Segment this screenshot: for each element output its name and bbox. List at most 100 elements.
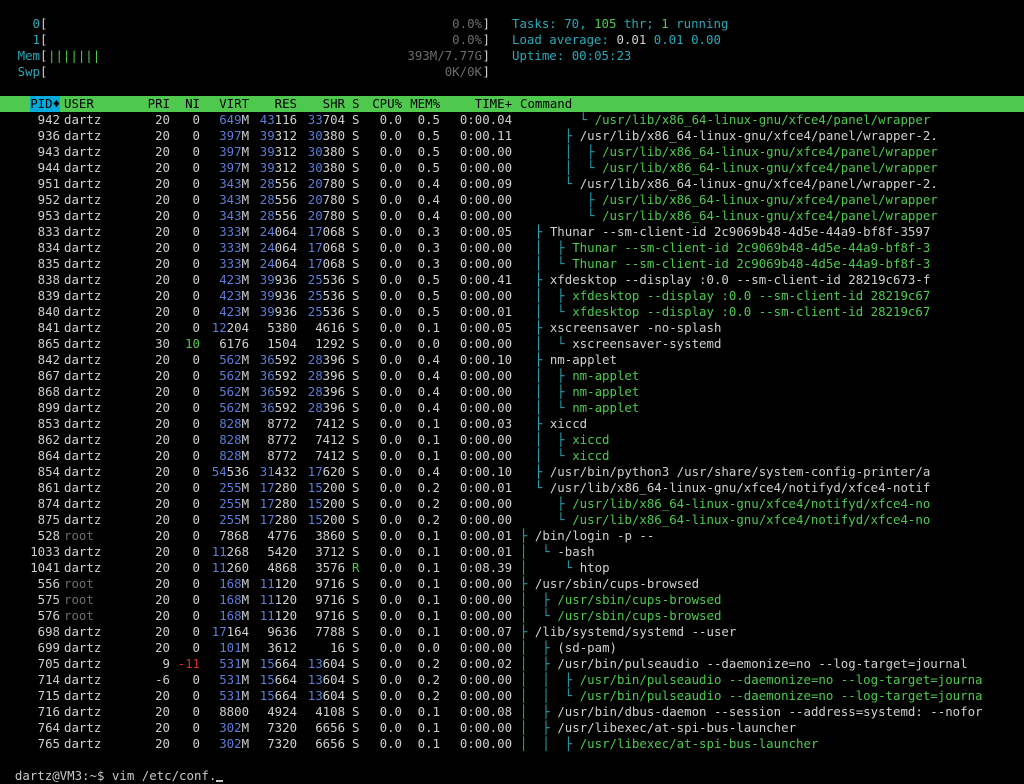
process-row[interactable]: 833 dartz 20 0 333M 24064 17068 S 0.0 0.3 0:00.05 … xyxy=(0,224,1024,240)
column-header-time[interactable]: TIME+ xyxy=(475,96,512,112)
process-time: 0:00.00 xyxy=(459,384,513,399)
process-cpu: 0.0 xyxy=(379,144,403,159)
process-row[interactable]: 862 dartz 20 0 828M 8772 7412 S 0.0 0.1 0:00.00 │ … xyxy=(0,432,1024,448)
process-time: 0:00.00 xyxy=(459,368,513,383)
column-header[interactable]: PID♦ USER PRI NI VIRT RES SHR S CPU% MEM% TIME+ Com… xyxy=(0,96,1024,112)
process-row[interactable]: 765 dartz 20 0 302M 7320 6656 S 0.0 0.1 0:00.00 │ │… xyxy=(0,736,1024,752)
process-row[interactable]: 840 dartz 20 0 423M 39936 25536 S 0.0 0.5 0:00.01 … xyxy=(0,304,1024,320)
column-header-virt[interactable]: VIRT xyxy=(219,96,249,112)
process-virt-unit: M xyxy=(241,224,250,239)
process-row[interactable]: 576 root 20 0 168M 11120 9716 S 0.0 0.1 0:00.00 │ └… xyxy=(0,608,1024,624)
process-virt: 397M xyxy=(219,144,249,160)
load-1: 0.01 xyxy=(616,32,647,47)
process-row[interactable]: 853 dartz 20 0 828M 8772 7412 S 0.0 0.1 0:00.03 ├ … xyxy=(0,416,1024,432)
process-time: 0:00.08 xyxy=(459,704,513,719)
column-header-ni[interactable]: NI xyxy=(185,96,200,112)
process-s: S xyxy=(352,320,360,335)
process-command-text: xiccd xyxy=(549,416,588,431)
column-header-mem[interactable]: MEM% xyxy=(410,96,440,112)
process-row[interactable]: 854 dartz 20 0 54536 31432 17620 S 0.0 0.4 0:00.10… xyxy=(0,464,1024,480)
process-row[interactable]: 899 dartz 20 0 562M 36592 28396 S 0.0 0.4 0:00.00 … xyxy=(0,400,1024,416)
process-row[interactable]: 839 dartz 20 0 423M 39936 25536 S 0.0 0.5 0:00.00 … xyxy=(0,288,1024,304)
process-command-text: xiccd xyxy=(572,448,610,463)
process-row[interactable]: 875 dartz 20 0 255M 17280 15200 S 0.0 0.2 0:00.00 … xyxy=(0,512,1024,528)
process-virt-unit: M xyxy=(241,608,250,623)
process-row[interactable]: 942 dartz 20 0 649M 43116 33704 S 0.0 0.5 0:00.04 … xyxy=(0,112,1024,128)
process-time: 0:00.00 xyxy=(459,336,513,351)
process-row[interactable]: 943 dartz 20 0 397M 39312 30380 S 0.0 0.5 0:00.00 … xyxy=(0,144,1024,160)
column-header-res[interactable]: RES xyxy=(275,96,297,112)
process-cpu: 0.0 xyxy=(379,656,403,671)
column-header-shr[interactable]: SHR xyxy=(323,96,345,112)
process-row[interactable]: 528 root 20 0 7868 4776 3860 S 0.0 0.1 0:00.01 ├ /b… xyxy=(0,528,1024,544)
process-res: 15664 xyxy=(260,688,297,704)
process-row[interactable]: 699 dartz 20 0 101M 3612 16 S 0.0 0.0 0:00.00 │ ├ (… xyxy=(0,640,1024,656)
process-row[interactable]: 575 root 20 0 168M 11120 9716 S 0.0 0.1 0:00.00 │ ├… xyxy=(0,592,1024,608)
process-row[interactable]: 841 dartz 20 0 12204 5380 4616 S 0.0 0.1 0:00.05 ├… xyxy=(0,320,1024,336)
process-row[interactable]: 1041 dartz 20 0 11260 4868 3576 R 0.0 0.1 0:08.39 │… xyxy=(0,560,1024,576)
process-ni: 0 xyxy=(192,144,201,159)
process-row[interactable]: 874 dartz 20 0 255M 17280 15200 S 0.0 0.2 0:00.00 … xyxy=(0,496,1024,512)
process-row[interactable]: 835 dartz 20 0 333M 24064 17068 S 0.0 0.3 0:00.00 … xyxy=(0,256,1024,272)
process-row[interactable]: 868 dartz 20 0 562M 36592 28396 S 0.0 0.4 0:00.00 … xyxy=(0,384,1024,400)
process-res: 4868 xyxy=(267,560,297,576)
process-s: S xyxy=(352,688,360,703)
process-pid: 875 xyxy=(37,512,61,527)
process-command-text: -bash xyxy=(557,544,595,559)
process-row[interactable]: 834 dartz 20 0 333M 24064 17068 S 0.0 0.3 0:00.00 … xyxy=(0,240,1024,256)
process-row[interactable]: 764 dartz 20 0 302M 7320 6656 S 0.0 0.1 0:00.00 │ ├… xyxy=(0,720,1024,736)
process-row[interactable]: 865 dartz 30 10 6176 1504 1292 S 0.0 0.0 0:00.00 │… xyxy=(0,336,1024,352)
process-virt-high: 255 xyxy=(219,496,242,511)
process-value-high: 30 xyxy=(307,160,323,175)
process-row[interactable]: 705 dartz 9 -11 531M 15664 13604 S 0.0 0.2 0:00.02… xyxy=(0,656,1024,672)
process-row[interactable]: 867 dartz 20 0 562M 36592 28396 S 0.0 0.4 0:00.00 … xyxy=(0,368,1024,384)
process-s: S xyxy=(352,336,360,351)
process-row[interactable]: 715 dartz 20 0 531M 15664 13604 S 0.0 0.2 0:00.00 │… xyxy=(0,688,1024,704)
process-row[interactable]: 864 dartz 20 0 828M 8772 7412 S 0.0 0.1 0:00.00 │ … xyxy=(0,448,1024,464)
process-row[interactable]: 944 dartz 20 0 397M 39312 30380 S 0.0 0.5 0:00.00 … xyxy=(0,160,1024,176)
process-row[interactable]: 842 dartz 20 0 562M 36592 28396 S 0.0 0.4 0:00.10 … xyxy=(0,352,1024,368)
shell-prompt[interactable]: dartz@VM3:~$ vim /etc/conf. xyxy=(0,752,224,783)
process-user: dartz xyxy=(64,416,102,431)
column-header-pid[interactable]: PID♦ xyxy=(30,96,61,112)
column-header-pri[interactable]: PRI xyxy=(148,96,170,112)
process-virt-high: 828 xyxy=(219,416,242,431)
process-command-text: xfdesktop --display :0.0 --sm-client-id … xyxy=(572,288,931,303)
process-time: 0:00.10 xyxy=(459,464,513,479)
process-row[interactable]: 698 dartz 20 0 17164 9636 7788 S 0.0 0.1 0:00.07 ├ … xyxy=(0,624,1024,640)
process-pri: 20 xyxy=(155,544,171,559)
load-sep xyxy=(646,32,653,47)
process-value-high: 25 xyxy=(307,288,323,303)
process-value: 1504 xyxy=(267,336,298,351)
process-row[interactable]: 953 dartz 20 0 343M 28556 20780 S 0.0 0.4 0:00.00 … xyxy=(0,208,1024,224)
process-row[interactable]: 556 root 20 0 168M 11120 9716 S 0.0 0.1 0:00.00 ├ /… xyxy=(0,576,1024,592)
process-command-text: /usr/lib/x86_64-linux-gnu/xfce4/panel/wr… xyxy=(579,128,938,143)
column-header-user[interactable]: USER xyxy=(64,96,94,112)
column-header-s[interactable]: S xyxy=(352,96,359,112)
process-cpu: 0.0 xyxy=(379,128,403,143)
process-res: 24064 xyxy=(260,256,297,272)
process-value-low: 664 xyxy=(274,656,298,671)
process-row[interactable]: 716 dartz 20 0 8800 4924 4108 S 0.0 0.1 0:00.08 │ ├… xyxy=(0,704,1024,720)
process-value-low: 064 xyxy=(274,224,298,239)
process-row[interactable]: 861 dartz 20 0 255M 17280 15200 S 0.0 0.2 0:00.01 … xyxy=(0,480,1024,496)
process-time: 0:00.01 xyxy=(459,480,513,495)
process-row[interactable]: 936 dartz 20 0 397M 39312 30380 S 0.0 0.5 0:00.11 … xyxy=(0,128,1024,144)
process-row[interactable]: 951 dartz 20 0 343M 28556 20780 S 0.0 0.4 0:00.09 … xyxy=(0,176,1024,192)
column-header-command[interactable]: Command xyxy=(520,96,572,112)
process-s: S xyxy=(352,512,360,527)
process-row[interactable]: 952 dartz 20 0 343M 28556 20780 S 0.0 0.4 0:00.00 … xyxy=(0,192,1024,208)
process-row[interactable]: 714 dartz -6 0 531M 15664 13604 S 0.0 0.2 0:00.00 │… xyxy=(0,672,1024,688)
process-virt-unit: M xyxy=(241,592,250,607)
process-virt: 423M xyxy=(219,304,249,320)
process-cpu: 0.0 xyxy=(379,704,403,719)
process-ni: 10 xyxy=(185,336,201,351)
process-ni: 0 xyxy=(192,720,201,735)
process-row[interactable]: 838 dartz 20 0 423M 39936 25536 S 0.0 0.5 0:00.41 … xyxy=(0,272,1024,288)
process-virt: 397M xyxy=(219,160,249,176)
process-row[interactable]: 1033 dartz 20 0 11268 5420 3712 S 0.0 0.1 0:00.01 │… xyxy=(0,544,1024,560)
column-header-cpu[interactable]: CPU% xyxy=(372,96,402,112)
summary-tasks: Tasks: 70, 105 thr; 1 running xyxy=(512,16,728,32)
process-user: dartz xyxy=(64,336,102,351)
process-cpu: 0.0 xyxy=(379,720,403,735)
